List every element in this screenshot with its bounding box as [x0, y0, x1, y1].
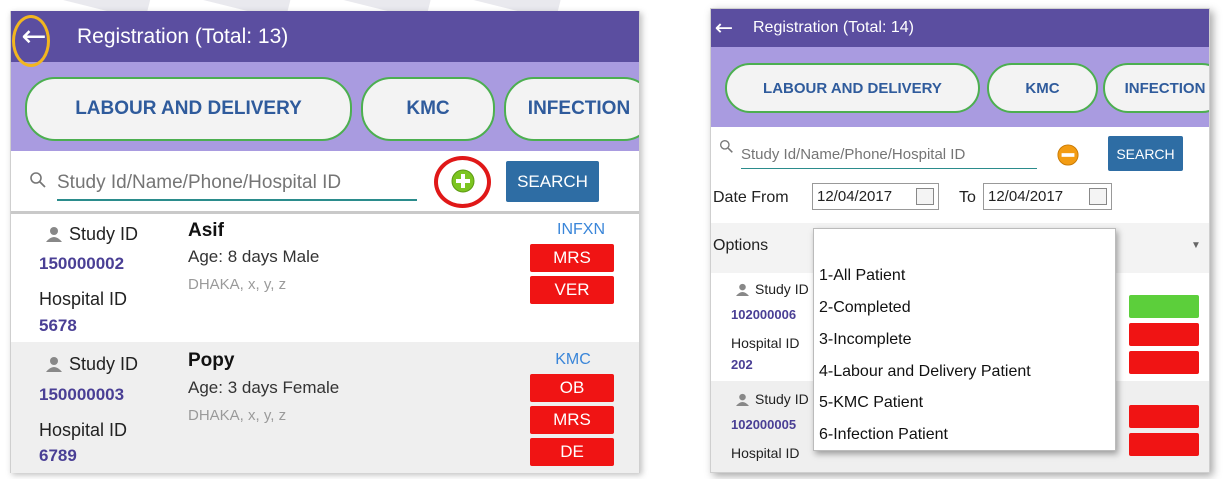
- study-id-label: Study ID: [755, 391, 809, 407]
- option-completed[interactable]: 2-Completed: [819, 299, 911, 317]
- search-icon: [30, 172, 46, 188]
- date-to-field[interactable]: 12/04/2017: [983, 183, 1112, 210]
- hospital-id-label: Hospital ID: [731, 445, 800, 461]
- option-labour-and-delivery-patient[interactable]: 4-Labour and Delivery Patient: [819, 363, 1031, 381]
- date-from-field[interactable]: 12/04/2017: [812, 183, 939, 210]
- patient-address: DHAKA, x, y, z: [188, 407, 287, 424]
- date-from-label: Date From: [713, 189, 789, 206]
- search-bar: SEARCH: [11, 151, 639, 211]
- status-badge[interactable]: DE: [530, 438, 614, 466]
- remove-circle-icon[interactable]: [1057, 144, 1079, 166]
- patient-name: Popy: [188, 350, 235, 371]
- status-badge[interactable]: OB: [530, 374, 614, 402]
- option-incomplete[interactable]: 3-Incomplete: [819, 331, 912, 349]
- tab-labour-and-delivery[interactable]: LABOUR AND DELIVERY: [25, 77, 352, 141]
- patient-age: Age: 8 days Male: [188, 247, 320, 266]
- hospital-id-label: Hospital ID: [39, 420, 128, 440]
- page-title: Registration (Total: 14): [753, 19, 914, 36]
- person-icon: [736, 393, 749, 406]
- tab-labour-and-delivery[interactable]: LABOUR AND DELIVERY: [725, 63, 980, 113]
- page-title: Registration (Total: 13): [77, 24, 289, 48]
- search-icon: [720, 140, 733, 153]
- patient-name: Asif: [188, 220, 224, 241]
- study-id-value: 150000002: [39, 254, 125, 273]
- hospital-id-value: 6789: [39, 446, 77, 465]
- app-bar: ← Registration (Total: 13): [11, 11, 639, 62]
- dropdown-arrow-icon: ▼: [1191, 240, 1201, 251]
- list-item[interactable]: Study ID 150000002 Hospital ID 5678 Asif…: [11, 214, 639, 340]
- person-icon: [736, 283, 749, 296]
- search-input[interactable]: [741, 141, 1037, 169]
- option-infection-patient[interactable]: 6-Infection Patient: [819, 426, 948, 444]
- hospital-id-value: 5678: [39, 316, 77, 335]
- right-screenshot: ← Registration (Total: 14) LABOUR AND DE…: [710, 8, 1210, 473]
- study-id-value: 102000005: [731, 417, 797, 432]
- tab-infection[interactable]: INFECTION: [1103, 63, 1209, 113]
- person-icon: [46, 227, 62, 242]
- status-badge[interactable]: [1129, 295, 1199, 318]
- study-id-label: Study ID: [69, 354, 139, 374]
- status-badge[interactable]: [1129, 323, 1199, 346]
- study-id-label: Study ID: [69, 224, 139, 244]
- category-label: INFXN: [557, 221, 605, 238]
- patient-age: Age: 3 days Female: [188, 378, 340, 397]
- search-button[interactable]: SEARCH: [506, 161, 599, 202]
- tab-kmc[interactable]: KMC: [987, 63, 1098, 113]
- person-icon: [46, 357, 62, 372]
- tab-bar: LABOUR AND DELIVERY KMC INFECTION: [711, 47, 1209, 127]
- hospital-id-value: 202: [731, 357, 753, 372]
- patient-address: DHAKA, x, y, z: [188, 276, 287, 293]
- date-to-label: To: [959, 189, 976, 206]
- study-id-value: 102000006: [731, 307, 797, 322]
- option-kmc-patient[interactable]: 5-KMC Patient: [819, 394, 923, 412]
- status-badge[interactable]: [1129, 351, 1199, 374]
- study-id-value: 150000003: [39, 385, 125, 404]
- add-circle-icon[interactable]: [451, 169, 475, 193]
- hospital-id-label: Hospital ID: [731, 335, 800, 351]
- study-id-label: Study ID: [755, 281, 809, 297]
- calendar-icon[interactable]: [916, 188, 934, 205]
- tab-infection[interactable]: INFECTION: [504, 77, 639, 141]
- left-screenshot: ← Registration (Total: 13) LABOUR AND DE…: [10, 11, 640, 473]
- hospital-id-label: Hospital ID: [39, 289, 128, 309]
- options-label: Options: [713, 237, 769, 254]
- app-bar: ← Registration (Total: 14): [711, 9, 1209, 47]
- status-badge[interactable]: MRS: [530, 406, 614, 434]
- list-item[interactable]: Study ID 150000003 Hospital ID 6789 Popy…: [11, 342, 639, 473]
- highlight-circle: [12, 15, 50, 67]
- calendar-icon[interactable]: [1089, 188, 1107, 205]
- status-badge[interactable]: VER: [530, 276, 614, 304]
- status-badge[interactable]: [1129, 433, 1199, 456]
- option-all-patient[interactable]: 1-All Patient: [819, 267, 905, 285]
- tab-kmc[interactable]: KMC: [361, 77, 495, 141]
- search-bar: SEARCH: [711, 127, 1209, 181]
- search-input[interactable]: [57, 167, 417, 201]
- back-arrow-icon[interactable]: ←: [711, 9, 737, 47]
- date-filter: Date From 12/04/2017 To 12/04/2017: [711, 181, 1209, 217]
- search-button[interactable]: SEARCH: [1108, 136, 1183, 171]
- status-badge[interactable]: [1129, 405, 1199, 428]
- status-badge[interactable]: MRS: [530, 244, 614, 272]
- options-dropdown-menu: 1-All Patient 2-Completed 3-Incomplete 4…: [813, 228, 1116, 451]
- category-label: KMC: [555, 351, 591, 368]
